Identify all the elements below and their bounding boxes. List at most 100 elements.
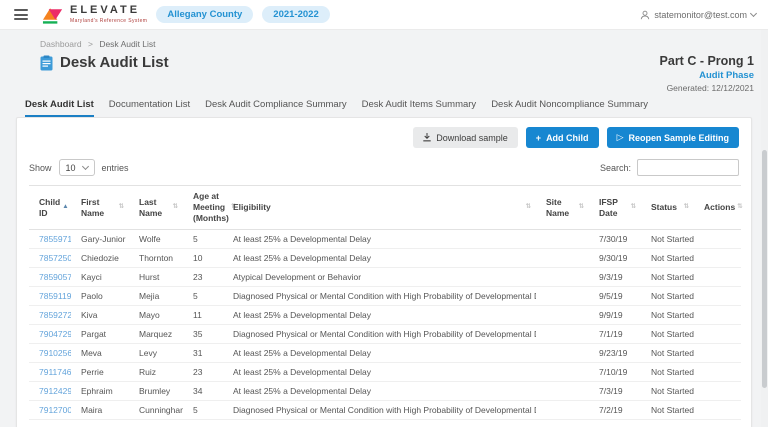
- actions-cell: [694, 325, 741, 344]
- audit-part-label: Part C - Prong 1: [660, 54, 754, 68]
- search-input[interactable]: [637, 159, 739, 176]
- column-header-last-name[interactable]: Last Name ⇅: [129, 186, 183, 230]
- desk-audit-card: Download sample + Add Child ▷ Reopen Sam…: [16, 117, 752, 427]
- eligibility-cell: Diagnosed Physical or Mental Condition w…: [223, 401, 536, 420]
- show-label: Show: [29, 163, 52, 173]
- eligibility-cell: At least 25% a Developmental Delay: [223, 306, 536, 325]
- last-name-cell: Thornton: [129, 249, 183, 268]
- table-row: 7859272 Kiva Mayo 11 At least 25% a Deve…: [29, 306, 741, 325]
- child-id-link[interactable]: 7904729: [39, 329, 71, 339]
- age-cell: 23: [183, 268, 223, 287]
- age-cell: 23: [183, 363, 223, 382]
- eligibility-cell: Diagnosed Physical or Mental Condition w…: [223, 325, 536, 344]
- county-pill[interactable]: Allegany County: [156, 6, 253, 23]
- breadcrumb-dashboard[interactable]: Dashboard: [40, 39, 82, 49]
- first-name-cell: Ephraim: [71, 382, 129, 401]
- site-name-cell: [536, 401, 589, 420]
- last-name-cell: Hurst: [129, 268, 183, 287]
- child-id-link[interactable]: 7855971: [39, 234, 71, 244]
- column-header-eligibility[interactable]: Eligibility ⇅: [223, 186, 536, 230]
- actions-cell: [694, 401, 741, 420]
- first-name-cell: Pargat: [71, 325, 129, 344]
- child-id-link[interactable]: 7911746: [39, 367, 71, 377]
- status-cell: Not Started: [641, 287, 694, 306]
- sort-asc-icon[interactable]: ▲: [62, 203, 68, 211]
- eligibility-cell: Atypical Development or Behavior: [223, 268, 536, 287]
- site-name-cell: [536, 230, 589, 249]
- card-footer: Showing 1 to 10 of 10 entries Previous 1…: [29, 420, 739, 427]
- last-name-cell: Mayo: [129, 306, 183, 325]
- first-name-cell: Kayci: [71, 268, 129, 287]
- column-header-actions[interactable]: Actions ⇅: [694, 186, 741, 230]
- column-header-age[interactable]: Age at Meeting (Months) ⇅: [183, 186, 223, 230]
- download-sample-button[interactable]: Download sample: [413, 127, 518, 148]
- plus-icon: +: [536, 133, 541, 143]
- table-row: 7910256 Meva Levy 31 At least 25% a Deve…: [29, 344, 741, 363]
- tab-noncompliance-summary[interactable]: Desk Audit Noncompliance Summary: [491, 99, 648, 117]
- add-child-button[interactable]: + Add Child: [526, 127, 599, 148]
- child-id-link[interactable]: 7912429: [39, 386, 71, 396]
- ifsp-date-cell: 7/2/19: [589, 401, 641, 420]
- status-cell: Not Started: [641, 306, 694, 325]
- column-header-child-id[interactable]: Child ID ▲: [29, 186, 71, 230]
- tab-compliance-summary[interactable]: Desk Audit Compliance Summary: [205, 99, 347, 117]
- toolbar: Download sample + Add Child ▷ Reopen Sam…: [29, 127, 739, 148]
- user-menu[interactable]: statemonitor@test.com: [640, 10, 756, 20]
- table-row: 7912700 Maira Cunningham 5 Diagnosed Phy…: [29, 401, 741, 420]
- age-cell: 35: [183, 325, 223, 344]
- sort-icon[interactable]: ⇅: [173, 203, 178, 211]
- actions-cell: [694, 287, 741, 306]
- child-id-link[interactable]: 7857250: [39, 253, 71, 263]
- column-header-site-name[interactable]: Site Name ⇅: [536, 186, 589, 230]
- first-name-cell: Chiedozie: [71, 249, 129, 268]
- year-pill[interactable]: 2021-2022: [262, 6, 329, 23]
- generated-date: Generated: 12/12/2021: [660, 83, 754, 93]
- ifsp-date-cell: 7/30/19: [589, 230, 641, 249]
- reopen-sample-editing-button[interactable]: ▷ Reopen Sample Editing: [607, 127, 739, 148]
- column-header-ifsp-date[interactable]: IFSP Date ⇅: [589, 186, 641, 230]
- tab-items-summary[interactable]: Desk Audit Items Summary: [362, 99, 477, 117]
- child-id-link[interactable]: 7859057: [39, 272, 71, 282]
- user-icon: [640, 10, 650, 20]
- child-id-link[interactable]: 7912700: [39, 405, 71, 415]
- top-bar: ELEVATE Maryland's Reference System Alle…: [0, 0, 768, 30]
- eligibility-cell: At least 25% a Developmental Delay: [223, 382, 536, 401]
- audit-meta: Part C - Prong 1 Audit Phase Generated: …: [660, 54, 754, 93]
- chevron-down-icon: [81, 162, 88, 169]
- page-size-select[interactable]: 10: [59, 159, 95, 176]
- status-cell: Not Started: [641, 249, 694, 268]
- ifsp-date-cell: 9/9/19: [589, 306, 641, 325]
- sort-icon[interactable]: ⇅: [631, 203, 636, 211]
- audit-phase-label: Audit Phase: [660, 70, 754, 81]
- sort-icon[interactable]: ⇅: [526, 203, 531, 211]
- sort-icon[interactable]: ⇅: [684, 203, 689, 211]
- tab-desk-audit-list[interactable]: Desk Audit List: [25, 99, 94, 117]
- menu-icon[interactable]: [14, 7, 28, 23]
- status-cell: Not Started: [641, 344, 694, 363]
- actions-cell: [694, 230, 741, 249]
- age-cell: 34: [183, 382, 223, 401]
- tab-documentation-list[interactable]: Documentation List: [109, 99, 190, 117]
- sort-icon[interactable]: ⇅: [119, 203, 124, 211]
- child-id-link[interactable]: 7910256: [39, 348, 71, 358]
- last-name-cell: Marquez: [129, 325, 183, 344]
- child-id-link[interactable]: 7859272: [39, 310, 71, 320]
- child-id-link[interactable]: 7859119: [39, 291, 71, 301]
- last-name-cell: Wolfe: [129, 230, 183, 249]
- last-name-cell: Levy: [129, 344, 183, 363]
- site-name-cell: [536, 344, 589, 363]
- last-name-cell: Brumley: [129, 382, 183, 401]
- scrollbar-thumb[interactable]: [762, 150, 767, 388]
- last-name-cell: Cunningham: [129, 401, 183, 420]
- app-logo[interactable]: ELEVATE Maryland's Reference System: [42, 5, 147, 25]
- sort-icon[interactable]: ⇅: [737, 203, 742, 211]
- age-cell: 31: [183, 344, 223, 363]
- site-name-cell: [536, 287, 589, 306]
- desk-audit-table: Child ID ▲ First Name ⇅ Last Name ⇅ Age …: [29, 185, 741, 420]
- column-header-first-name[interactable]: First Name ⇅: [71, 186, 129, 230]
- user-email: statemonitor@test.com: [654, 10, 747, 20]
- last-name-cell: Mejia: [129, 287, 183, 306]
- ifsp-date-cell: 7/1/19: [589, 325, 641, 344]
- column-header-status[interactable]: Status ⇅: [641, 186, 694, 230]
- sort-icon[interactable]: ⇅: [579, 203, 584, 211]
